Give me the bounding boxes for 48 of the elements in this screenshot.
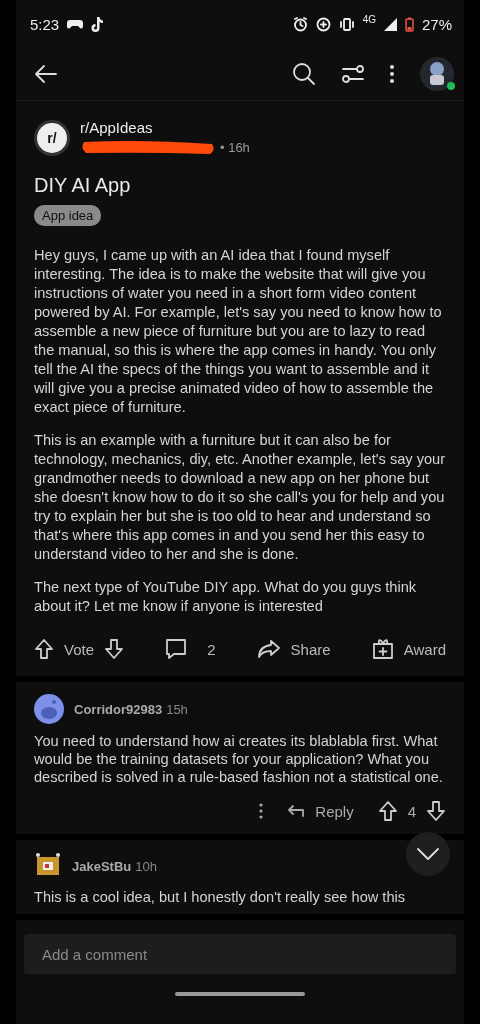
comment-author[interactable]: JakeStBu [72,858,132,874]
signal-icon [383,17,397,31]
post-paragraph: This is an example with a furniture but it can also be for technology, mechanics, diy, etc. Another example, let's say your grandmother needs to download a new app on her phone but she doesn't know how to do it so she call's you for help and you try to explain her but she is too old to hear and understand so that's where this app comes in and you send her this easy to understand video to her and she is done. [34,431,446,564]
post-paragraph: Hey guys, I came up with an AI idea that I found myself interesting. The idea is to make the website that will give you instructions of water you need in a short form video content powered by AI. For example, let's say you need to know how to assemble a new piece of furniture but you are to lazy to read the manual, so this is where the app comes in handy. You only tell the AI the specs of the things you want to assemble and it will give you a precise animated video of how to assemble the exact piece of furniture. [34,246,443,417]
data-saver-icon [315,16,331,32]
filter-sliders-icon[interactable] [342,65,364,83]
back-arrow-icon[interactable] [34,64,58,84]
more-options-icon[interactable] [259,803,264,819]
search-icon[interactable] [292,62,316,86]
vote-label: Vote [64,640,95,658]
comment-count: 2 [207,640,216,658]
music-note-icon [91,16,104,32]
upvote-icon[interactable] [34,638,54,660]
comment-text: This is a cool idea, but I honestly don't really see how this [34,888,407,906]
comment-author[interactable]: Corridor92983 [74,701,163,717]
comment-bubble-icon[interactable] [165,638,188,660]
comment-age: 10h [135,858,157,874]
comment-text: You need to understand how ai creates its blablabla first. What would be the training datasets for your application? What you described is solved in a rule-based fashion not a statistical one. [34,732,444,786]
post-age: • 16h [220,139,250,155]
battery-level: 27% [421,15,452,33]
chevron-down-icon [417,848,439,860]
status-time: 5:23 [30,15,60,33]
battery-icon [404,16,414,32]
vibrate-icon [338,17,355,31]
award-button[interactable]: Award [371,638,446,660]
gift-icon [371,638,394,660]
share-arrow-icon [256,639,281,659]
user-avatar [34,694,64,724]
downvote-icon[interactable] [426,800,446,822]
scroll-down-button[interactable] [406,832,450,876]
subreddit-name[interactable]: r/AppIdeas [80,119,250,136]
reply-arrow-icon [287,804,306,818]
flair-tag: App idea [34,205,102,226]
reply-button[interactable]: Reply [287,802,354,820]
comment-input-field[interactable]: Add a comment [24,934,456,974]
more-options-icon[interactable] [390,65,394,83]
post-paragraph: The next type of YouTube DIY app. What do you guys think about it? Let me know if anyone is interested [34,578,418,616]
user-avatar[interactable] [420,57,454,91]
comment-score: 4 [407,802,416,820]
post-title: DIY AI App [34,174,132,197]
downvote-icon[interactable] [104,638,125,660]
alarm-icon [292,16,308,32]
game-controller-icon [67,18,84,30]
subreddit-icon[interactable]: r/ [34,119,70,156]
upvote-icon[interactable] [377,800,398,822]
share-button[interactable]: Share [256,639,331,659]
network-type: 4G [362,14,376,25]
comment-age: 15h [166,701,188,717]
